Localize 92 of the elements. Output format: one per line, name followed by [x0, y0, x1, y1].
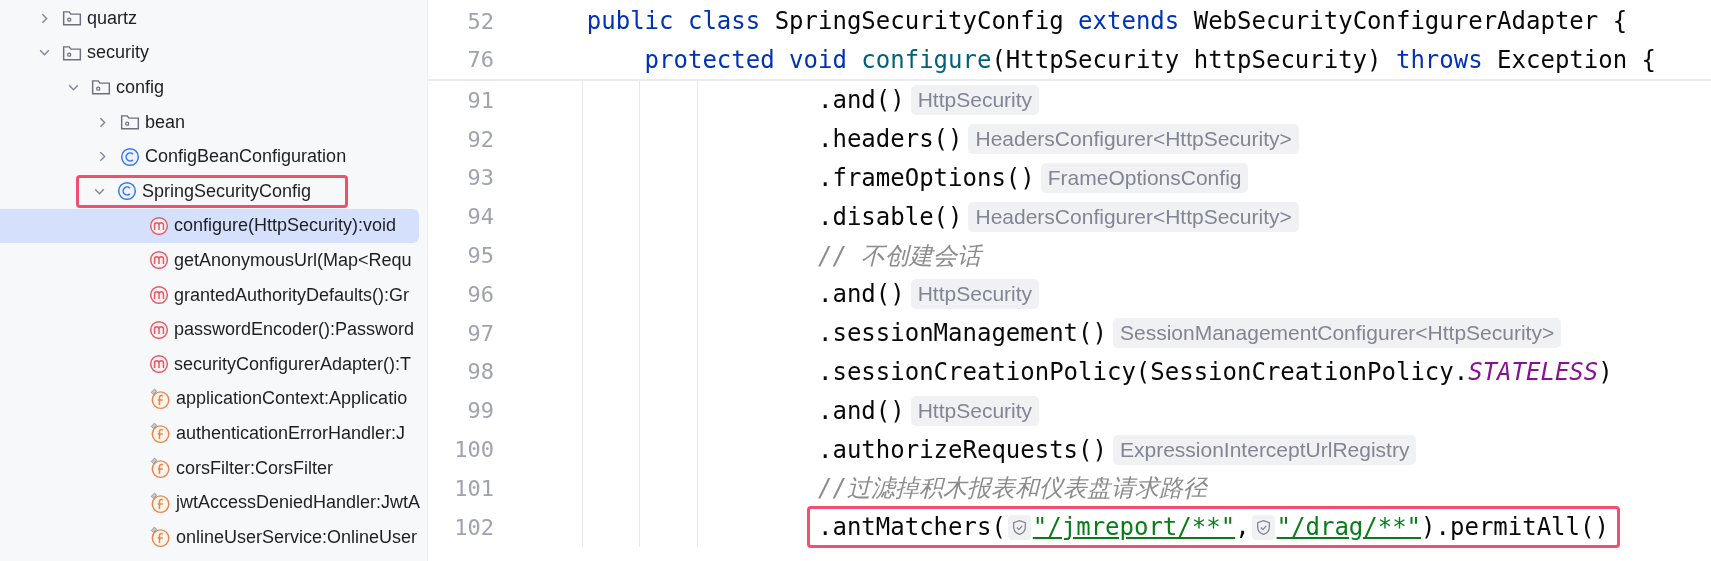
tree-item-label: applicationContext:Applicatio — [176, 388, 408, 410]
method-icon — [149, 215, 169, 236]
tree-item-label: onlineUserService:OnlineUser — [176, 526, 418, 548]
code-text: ).permitAll() — [1421, 513, 1609, 542]
code-text: , — [1235, 513, 1250, 542]
code-comment: //过滤掉积木报表和仪表盘请求路径 — [818, 473, 1207, 505]
tree-item-label: bean — [145, 111, 186, 133]
tree-item-label: authenticationErrorHandler:J — [176, 422, 406, 444]
code-text: .headers() — [818, 125, 963, 154]
tree-row[interactable]: bean — [0, 104, 419, 140]
code-text: ) — [1598, 357, 1613, 386]
folder-icon — [62, 43, 82, 62]
method-icon — [149, 319, 169, 340]
tree-row[interactable]: security — [0, 35, 419, 71]
code-text: protected void configure(HttpSecurity httpSecurity) throws Exception { — [644, 45, 1657, 74]
tree-row[interactable]: jwtAccessDeniedHandler:JwtA — [0, 485, 419, 520]
field-icon — [149, 491, 171, 514]
code-text: .and() — [818, 396, 905, 425]
method-icon — [149, 285, 169, 306]
shield-icon — [1251, 514, 1275, 540]
code-text: public class SpringSecurityConfig extends WebSecurityConfigurerAdapter { — [586, 7, 1628, 36]
tree-row[interactable]: securityConfigurerAdapter():T — [0, 346, 419, 382]
code-text: .authorizeRequests() — [818, 435, 1107, 464]
field-icon — [149, 422, 171, 445]
tree-item-label: config — [116, 77, 165, 98]
method-icon — [149, 354, 169, 375]
field-icon — [149, 457, 171, 479]
tree-row[interactable]: ConfigBeanConfiguration — [0, 139, 419, 174]
tree-item-label: securityConfigurerAdapter():T — [174, 353, 412, 375]
line-number: 101 — [453, 475, 494, 501]
line-number: 97 — [466, 320, 494, 346]
inlay-type-hint: SessionManagementConfigurer<HttpSecurity> — [1112, 318, 1562, 349]
line-number: 76 — [466, 47, 494, 73]
field-icon — [149, 526, 171, 549]
code-comment: // 不创建会话 — [818, 240, 982, 272]
code-text: .sessionManagement() — [818, 319, 1107, 348]
tree-row[interactable]: grantedAuthorityDefaults():Gr — [0, 277, 419, 313]
tree-row[interactable]: SpringSecurityConfig — [0, 173, 419, 209]
tree-row[interactable]: authenticationErrorHandler:J — [0, 416, 419, 451]
inlay-type-hint: ExpressionInterceptUrlRegistry — [1112, 434, 1417, 465]
shield-icon — [1007, 514, 1031, 540]
tree-item-label: quartz — [87, 7, 138, 29]
class-icon — [117, 181, 137, 202]
code-constant: STATELESS — [1468, 357, 1599, 386]
selected-tree-row[interactable]: configure(HttpSecurity):void — [0, 208, 419, 244]
code-text: .and() — [818, 86, 905, 115]
class-icon — [120, 146, 140, 167]
inlay-type-hint: FrameOptionsConfig — [1040, 163, 1249, 193]
code-text: .disable() — [818, 202, 963, 231]
inlay-type-hint: HeadersConfigurer<HttpSecurity> — [968, 201, 1299, 232]
tree-row[interactable]: passwordEncoder():Password — [0, 312, 419, 347]
tree-item-label: corsFilter:CorsFilter — [176, 457, 333, 479]
line-number: 96 — [466, 281, 494, 307]
inlay-type-hint: HttpSecurity — [910, 85, 1040, 116]
folder-icon — [120, 113, 140, 132]
inlay-type-hint: HttpSecurity — [910, 279, 1040, 310]
folder-icon — [91, 78, 111, 97]
tree-item-label: getAnonymousUrl(Map<Requ — [174, 249, 412, 271]
code-text: .antMatchers( — [818, 513, 1006, 542]
line-number: 99 — [466, 398, 494, 424]
line-number: 91 — [466, 87, 494, 113]
tree-row[interactable]: config — [0, 70, 419, 105]
line-number: 95 — [466, 243, 494, 269]
tree-row[interactable]: quartz — [0, 1, 419, 36]
tree-row[interactable]: getAnonymousUrl(Map<Requ — [0, 243, 419, 278]
line-number: 93 — [466, 165, 494, 191]
inlay-type-hint: HeadersConfigurer<HttpSecurity> — [968, 124, 1299, 155]
line-number: 102 — [453, 514, 494, 540]
tree-item-label: ConfigBeanConfiguration — [145, 146, 347, 168]
code-string: "/drag/**" — [1276, 513, 1422, 542]
tree-row[interactable]: applicationContext:Applicatio — [0, 381, 419, 417]
code-text: .sessionCreationPolicy(SessionCreationPolicy. — [818, 357, 1469, 386]
line-number: 98 — [466, 359, 494, 385]
field-icon — [149, 387, 171, 410]
tree-item-label: security — [87, 42, 149, 64]
line-number: 92 — [466, 126, 494, 152]
code-text: .frameOptions() — [818, 164, 1035, 192]
line-number: 52 — [466, 8, 494, 34]
code-text: .and() — [818, 280, 905, 309]
tree-item-label: configure(HttpSecurity):void — [174, 215, 397, 237]
method-icon — [149, 250, 169, 271]
tree-item-label: SpringSecurityConfig — [142, 180, 312, 202]
tree-item-label: grantedAuthorityDefaults():Gr — [174, 284, 410, 306]
folder-icon — [62, 9, 82, 28]
tree-row[interactable]: corsFilter:CorsFilter — [0, 450, 419, 486]
tree-item-label: jwtAccessDeniedHandler:JwtA — [176, 492, 421, 514]
line-number: 100 — [453, 437, 494, 463]
tree-item-label: passwordEncoder():Password — [174, 319, 415, 341]
inlay-type-hint: HttpSecurity — [910, 395, 1040, 426]
code-string: "/jmreport/**" — [1032, 513, 1236, 542]
tree-row[interactable]: onlineUserService:OnlineUser — [0, 519, 419, 555]
line-number: 94 — [466, 204, 494, 230]
